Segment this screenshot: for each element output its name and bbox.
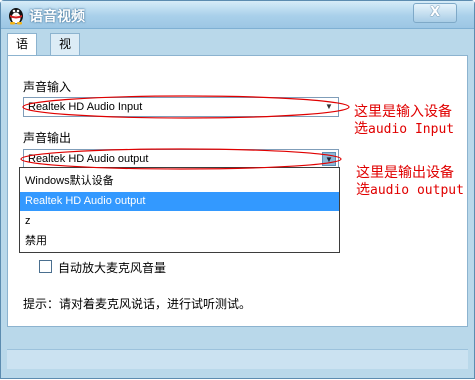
input-label: 声音输入 bbox=[23, 80, 72, 94]
dropdown-option[interactable]: z bbox=[20, 212, 339, 231]
input-device-value: Realtek HD Audio Input bbox=[28, 101, 143, 113]
output-annotation-latin: audio output bbox=[370, 183, 464, 198]
output-device-value: Realtek HD Audio output bbox=[28, 153, 149, 165]
chevron-down-icon[interactable]: ▼ bbox=[322, 100, 336, 114]
output-annotation-line1: 这里是输出设备 bbox=[356, 165, 454, 181]
status-bar bbox=[7, 349, 468, 369]
title-bar[interactable]: 语音视频 X bbox=[1, 1, 474, 29]
auto-amplify-label: 自动放大麦克风音量 bbox=[58, 261, 167, 275]
tab-video[interactable]: 视频 bbox=[50, 33, 81, 71]
auto-amplify-checkbox[interactable] bbox=[39, 260, 52, 273]
output-annotation: 这里是输出设备 选audio output bbox=[356, 165, 464, 199]
input-annotation-line1: 这里是输入设备 bbox=[354, 104, 452, 120]
chevron-down-icon[interactable]: ▼ bbox=[322, 152, 336, 166]
input-device-select[interactable]: Realtek HD Audio Input ▼ bbox=[23, 97, 339, 117]
tab-voice[interactable]: 语音 bbox=[7, 33, 38, 71]
dropdown-option[interactable]: 禁用 bbox=[20, 232, 339, 251]
hint-text: 提示：请对着麦克风说话，进行试听测试。 bbox=[23, 297, 252, 311]
output-device-select[interactable]: Realtek HD Audio output ▼ bbox=[23, 149, 339, 169]
input-annotation-latin: audio Input bbox=[368, 122, 455, 137]
close-icon: X bbox=[429, 5, 441, 20]
output-device-dropdown: Windows默认设备 Realtek HD Audio output z 禁用 bbox=[19, 167, 340, 253]
output-label: 声音输出 bbox=[23, 131, 72, 145]
output-annotation-prefix: 选 bbox=[356, 182, 370, 198]
penguin-icon bbox=[9, 8, 23, 25]
dropdown-option[interactable]: Windows默认设备 bbox=[20, 172, 339, 191]
voice-video-window: 语音视频 X 语音 视频 声音输入 Realtek HD Audio Input… bbox=[0, 0, 475, 379]
input-annotation-prefix: 选 bbox=[354, 121, 368, 137]
input-annotation: 这里是输入设备 选audio Input bbox=[354, 104, 454, 138]
dropdown-option-selected[interactable]: Realtek HD Audio output bbox=[20, 192, 339, 211]
window-title: 语音视频 bbox=[29, 9, 85, 25]
close-button[interactable]: X bbox=[413, 3, 457, 23]
